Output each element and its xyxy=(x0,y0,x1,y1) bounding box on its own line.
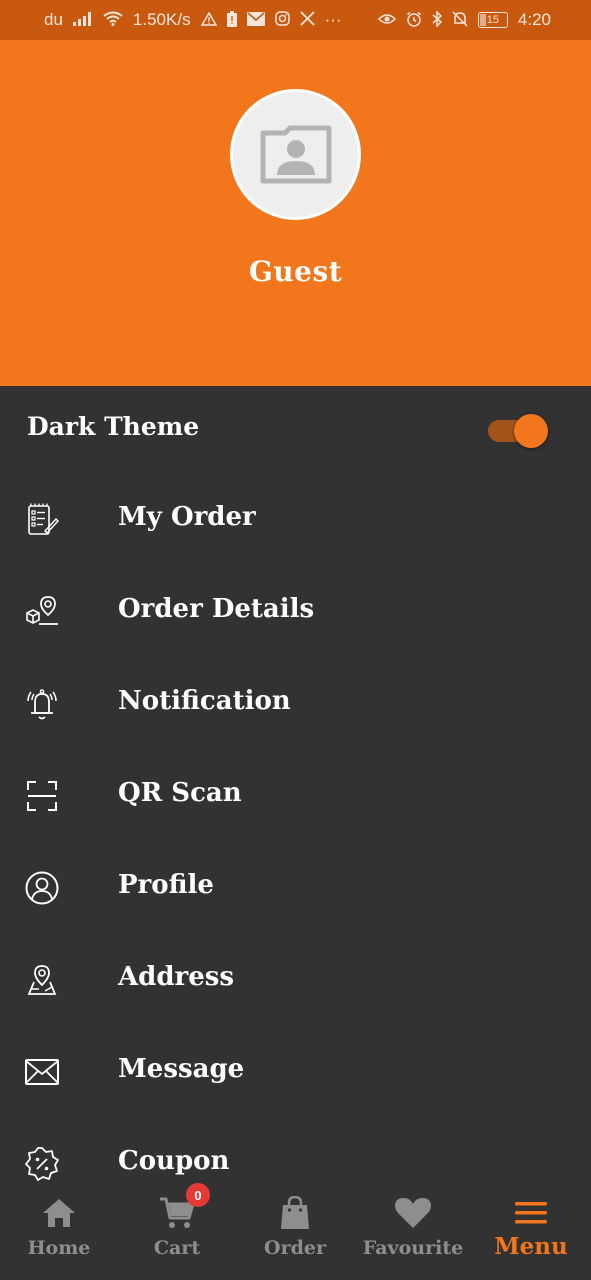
alarm-icon xyxy=(406,11,422,30)
qr-scan-icon xyxy=(24,778,60,814)
menu-item-label: Notification xyxy=(118,686,291,716)
menu-item-label: Address xyxy=(118,962,235,992)
shopping-bag-icon xyxy=(236,1193,354,1233)
envelope-icon xyxy=(24,1054,60,1090)
coupon-icon xyxy=(24,1146,60,1182)
more-notifications: ··· xyxy=(324,10,342,29)
menu-item-label: Message xyxy=(118,1054,245,1084)
instagram-icon xyxy=(274,11,290,29)
menu-item-label: Profile xyxy=(118,870,214,900)
battery-level: 15 xyxy=(486,14,500,26)
status-bar: du 1.50K/s ··· 15 4:20 xyxy=(0,0,591,40)
heart-icon xyxy=(354,1193,472,1233)
x-app-icon xyxy=(299,11,315,29)
menu-item-label: Order Details xyxy=(118,594,315,624)
menu-item-my-order[interactable]: My Order xyxy=(0,474,591,566)
dark-theme-row: Dark Theme xyxy=(0,386,591,476)
nav-label: Home xyxy=(27,1237,91,1259)
nav-menu[interactable]: Menu xyxy=(472,1183,590,1280)
nav-order[interactable]: Order xyxy=(236,1183,354,1280)
home-icon xyxy=(0,1193,118,1233)
cart-badge: 0 xyxy=(186,1183,210,1207)
status-right: 15 4:20 xyxy=(377,9,551,30)
bottom-navigation: Home Cart Order Favourite Menu xyxy=(0,1183,591,1280)
contact-card-icon xyxy=(260,125,331,183)
warning-icon xyxy=(200,11,217,29)
package-location-icon xyxy=(24,594,60,630)
battery-indicator: 15 xyxy=(477,12,508,28)
menu-item-order-details[interactable]: Order Details xyxy=(0,566,591,658)
nav-label: Order xyxy=(264,1237,326,1259)
nav-favourite[interactable]: Favourite xyxy=(354,1183,472,1280)
menu-item-message[interactable]: Message xyxy=(0,1026,591,1118)
network-speed: 1.50K/s xyxy=(132,10,191,29)
avatar[interactable] xyxy=(230,89,361,220)
mail-icon xyxy=(246,11,265,29)
wifi-icon xyxy=(103,11,123,29)
hamburger-icon xyxy=(472,1193,590,1233)
bluetooth-icon xyxy=(432,9,443,30)
eye-icon xyxy=(377,13,396,28)
user-name: Guest xyxy=(248,255,343,288)
nav-label: Menu xyxy=(494,1233,568,1260)
order-list-icon xyxy=(24,502,60,538)
cart-icon xyxy=(118,1193,236,1233)
menu-item-label: Coupon xyxy=(118,1146,230,1176)
menu-item-label: My Order xyxy=(118,502,256,532)
status-left: du 1.50K/s ··· xyxy=(44,10,342,30)
clock: 4:20 xyxy=(517,10,551,29)
battery-alert-icon xyxy=(226,10,237,30)
dark-theme-label: Dark Theme xyxy=(27,412,200,441)
menu-item-notification[interactable]: Notification xyxy=(0,658,591,750)
nav-cart[interactable]: Cart xyxy=(118,1183,236,1280)
profile-header: Guest xyxy=(0,40,591,386)
carrier-name: du xyxy=(44,10,63,29)
nav-label: Favourite xyxy=(362,1237,464,1259)
nav-label: Cart xyxy=(153,1237,201,1259)
menu-item-address[interactable]: Address xyxy=(0,934,591,1026)
mute-icon xyxy=(452,10,468,30)
dark-theme-toggle[interactable] xyxy=(488,414,548,448)
signal-icon xyxy=(72,11,93,29)
menu-item-profile[interactable]: Profile xyxy=(0,842,591,934)
bell-icon xyxy=(24,686,60,722)
toggle-thumb xyxy=(514,414,548,448)
profile-icon xyxy=(24,870,60,906)
nav-home[interactable]: Home xyxy=(0,1183,118,1280)
map-pin-icon xyxy=(24,962,60,998)
menu-item-label: QR Scan xyxy=(118,778,242,808)
menu-item-qr-scan[interactable]: QR Scan xyxy=(0,750,591,842)
